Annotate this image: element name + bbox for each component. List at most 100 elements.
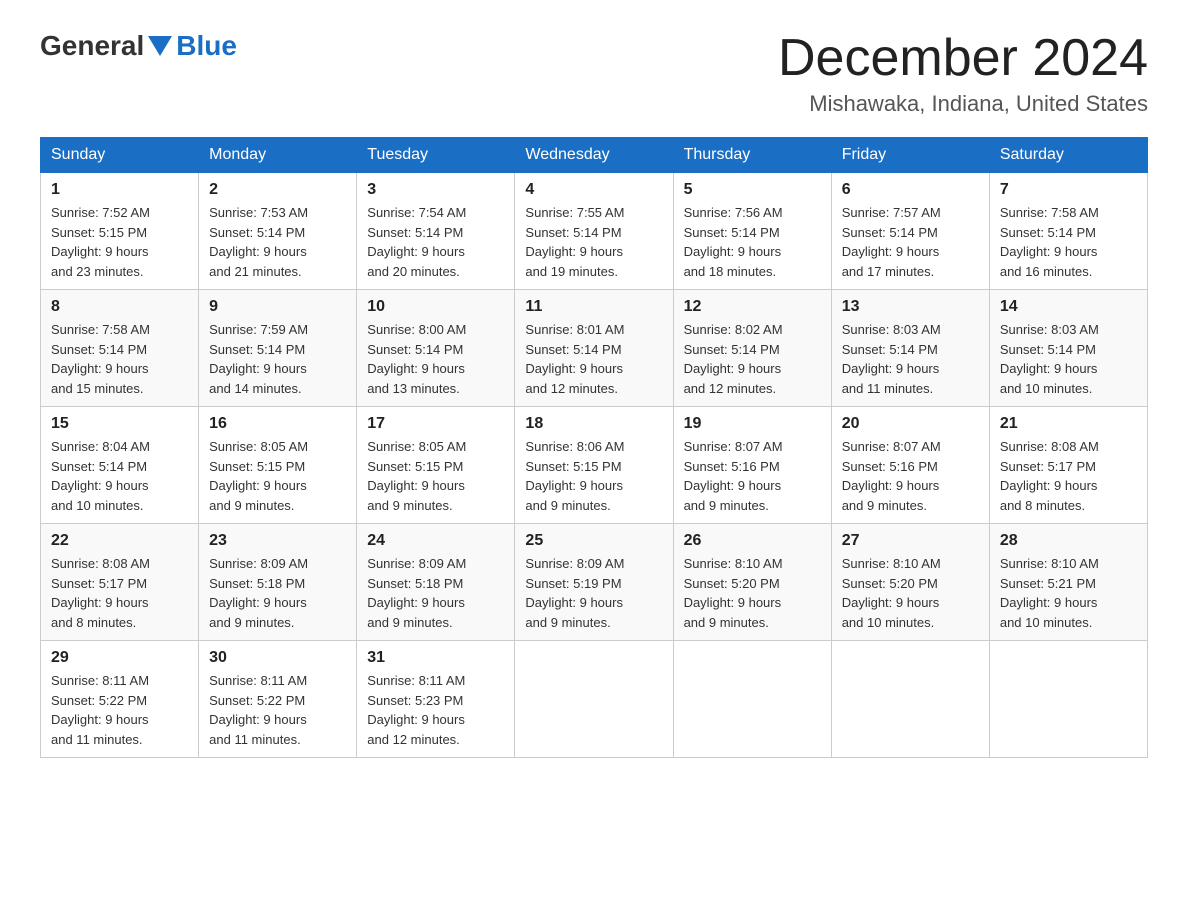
sunset-label: Sunset: 5:19 PM [525, 576, 621, 591]
logo-blue-text: Blue [176, 30, 237, 62]
day-number: 11 [525, 298, 662, 316]
sunrise-label: Sunrise: 8:10 AM [684, 556, 783, 571]
calendar-cell: 30 Sunrise: 8:11 AM Sunset: 5:22 PM Dayl… [199, 641, 357, 758]
calendar-cell: 4 Sunrise: 7:55 AM Sunset: 5:14 PM Dayli… [515, 173, 673, 290]
day-number: 16 [209, 415, 346, 433]
daylight-minutes: and 9 minutes. [209, 615, 294, 630]
calendar-cell [831, 641, 989, 758]
daylight-minutes: and 9 minutes. [525, 615, 610, 630]
day-info: Sunrise: 7:58 AM Sunset: 5:14 PM Dayligh… [51, 320, 188, 398]
day-number: 2 [209, 181, 346, 199]
daylight-label: Daylight: 9 hours [51, 478, 149, 493]
daylight-minutes: and 23 minutes. [51, 264, 144, 279]
daylight-minutes: and 15 minutes. [51, 381, 144, 396]
calendar-cell: 3 Sunrise: 7:54 AM Sunset: 5:14 PM Dayli… [357, 173, 515, 290]
sunset-label: Sunset: 5:14 PM [51, 459, 147, 474]
sunrise-label: Sunrise: 7:57 AM [842, 205, 941, 220]
day-number: 10 [367, 298, 504, 316]
daylight-minutes: and 10 minutes. [1000, 615, 1093, 630]
day-number: 25 [525, 532, 662, 550]
calendar-cell: 8 Sunrise: 7:58 AM Sunset: 5:14 PM Dayli… [41, 290, 199, 407]
sunrise-label: Sunrise: 7:53 AM [209, 205, 308, 220]
calendar-cell: 31 Sunrise: 8:11 AM Sunset: 5:23 PM Dayl… [357, 641, 515, 758]
day-header-monday: Monday [199, 138, 357, 173]
daylight-minutes: and 10 minutes. [51, 498, 144, 513]
day-number: 8 [51, 298, 188, 316]
daylight-minutes: and 17 minutes. [842, 264, 935, 279]
calendar-cell: 18 Sunrise: 8:06 AM Sunset: 5:15 PM Dayl… [515, 407, 673, 524]
sunrise-label: Sunrise: 7:58 AM [51, 322, 150, 337]
day-number: 17 [367, 415, 504, 433]
daylight-label: Daylight: 9 hours [209, 244, 307, 259]
sunrise-label: Sunrise: 8:03 AM [1000, 322, 1099, 337]
day-info: Sunrise: 7:56 AM Sunset: 5:14 PM Dayligh… [684, 203, 821, 281]
sunset-label: Sunset: 5:16 PM [684, 459, 780, 474]
daylight-label: Daylight: 9 hours [525, 244, 623, 259]
sunrise-label: Sunrise: 8:09 AM [367, 556, 466, 571]
day-info: Sunrise: 7:54 AM Sunset: 5:14 PM Dayligh… [367, 203, 504, 281]
daylight-label: Daylight: 9 hours [209, 712, 307, 727]
sunset-label: Sunset: 5:14 PM [51, 342, 147, 357]
day-info: Sunrise: 8:09 AM Sunset: 5:18 PM Dayligh… [209, 554, 346, 632]
sunset-label: Sunset: 5:14 PM [209, 342, 305, 357]
daylight-label: Daylight: 9 hours [367, 712, 465, 727]
calendar-cell: 19 Sunrise: 8:07 AM Sunset: 5:16 PM Dayl… [673, 407, 831, 524]
day-number: 12 [684, 298, 821, 316]
day-info: Sunrise: 8:10 AM Sunset: 5:20 PM Dayligh… [684, 554, 821, 632]
calendar-week-row: 8 Sunrise: 7:58 AM Sunset: 5:14 PM Dayli… [41, 290, 1148, 407]
daylight-label: Daylight: 9 hours [1000, 244, 1098, 259]
daylight-minutes: and 13 minutes. [367, 381, 460, 396]
sunset-label: Sunset: 5:23 PM [367, 693, 463, 708]
day-info: Sunrise: 8:03 AM Sunset: 5:14 PM Dayligh… [842, 320, 979, 398]
daylight-minutes: and 18 minutes. [684, 264, 777, 279]
title-area: December 2024 Mishawaka, Indiana, United… [778, 30, 1148, 117]
calendar-cell: 7 Sunrise: 7:58 AM Sunset: 5:14 PM Dayli… [989, 173, 1147, 290]
calendar-cell: 27 Sunrise: 8:10 AM Sunset: 5:20 PM Dayl… [831, 524, 989, 641]
day-info: Sunrise: 8:07 AM Sunset: 5:16 PM Dayligh… [684, 437, 821, 515]
day-number: 1 [51, 181, 188, 199]
sunset-label: Sunset: 5:14 PM [1000, 225, 1096, 240]
sunrise-label: Sunrise: 8:08 AM [1000, 439, 1099, 454]
daylight-minutes: and 11 minutes. [209, 732, 301, 747]
calendar-cell: 22 Sunrise: 8:08 AM Sunset: 5:17 PM Dayl… [41, 524, 199, 641]
calendar-cell: 24 Sunrise: 8:09 AM Sunset: 5:18 PM Dayl… [357, 524, 515, 641]
day-number: 14 [1000, 298, 1137, 316]
day-info: Sunrise: 8:06 AM Sunset: 5:15 PM Dayligh… [525, 437, 662, 515]
sunrise-label: Sunrise: 8:09 AM [525, 556, 624, 571]
daylight-minutes: and 12 minutes. [367, 732, 460, 747]
sunset-label: Sunset: 5:14 PM [684, 225, 780, 240]
day-info: Sunrise: 8:11 AM Sunset: 5:22 PM Dayligh… [51, 671, 188, 749]
day-info: Sunrise: 8:09 AM Sunset: 5:18 PM Dayligh… [367, 554, 504, 632]
sunrise-label: Sunrise: 8:05 AM [367, 439, 466, 454]
daylight-label: Daylight: 9 hours [684, 478, 782, 493]
day-number: 13 [842, 298, 979, 316]
daylight-label: Daylight: 9 hours [209, 478, 307, 493]
sunrise-label: Sunrise: 7:56 AM [684, 205, 783, 220]
sunrise-label: Sunrise: 8:11 AM [367, 673, 465, 688]
daylight-minutes: and 11 minutes. [842, 381, 934, 396]
sunset-label: Sunset: 5:14 PM [1000, 342, 1096, 357]
sunrise-label: Sunrise: 7:52 AM [51, 205, 150, 220]
calendar-cell: 5 Sunrise: 7:56 AM Sunset: 5:14 PM Dayli… [673, 173, 831, 290]
sunset-label: Sunset: 5:20 PM [684, 576, 780, 591]
sunset-label: Sunset: 5:14 PM [842, 225, 938, 240]
sunset-label: Sunset: 5:20 PM [842, 576, 938, 591]
calendar-cell: 28 Sunrise: 8:10 AM Sunset: 5:21 PM Dayl… [989, 524, 1147, 641]
day-info: Sunrise: 8:04 AM Sunset: 5:14 PM Dayligh… [51, 437, 188, 515]
day-info: Sunrise: 8:08 AM Sunset: 5:17 PM Dayligh… [1000, 437, 1137, 515]
daylight-label: Daylight: 9 hours [209, 595, 307, 610]
day-number: 24 [367, 532, 504, 550]
logo: General Blue [40, 30, 237, 62]
sunset-label: Sunset: 5:17 PM [1000, 459, 1096, 474]
calendar-week-row: 22 Sunrise: 8:08 AM Sunset: 5:17 PM Dayl… [41, 524, 1148, 641]
sunset-label: Sunset: 5:21 PM [1000, 576, 1096, 591]
daylight-minutes: and 10 minutes. [842, 615, 935, 630]
sunset-label: Sunset: 5:18 PM [367, 576, 463, 591]
day-info: Sunrise: 8:09 AM Sunset: 5:19 PM Dayligh… [525, 554, 662, 632]
sunset-label: Sunset: 5:15 PM [367, 459, 463, 474]
day-info: Sunrise: 7:59 AM Sunset: 5:14 PM Dayligh… [209, 320, 346, 398]
daylight-minutes: and 12 minutes. [684, 381, 777, 396]
daylight-label: Daylight: 9 hours [525, 478, 623, 493]
day-number: 9 [209, 298, 346, 316]
calendar-cell [673, 641, 831, 758]
